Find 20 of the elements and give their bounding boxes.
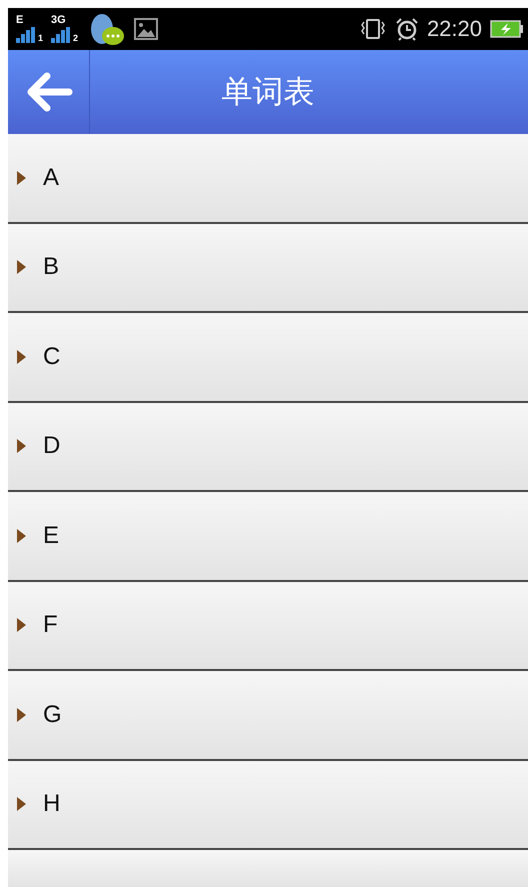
back-arrow-icon <box>24 71 72 113</box>
list-item[interactable]: C <box>8 313 528 402</box>
list-item[interactable]: H <box>8 760 528 850</box>
list-item[interactable]: D <box>8 402 528 492</box>
list-item[interactable]: B <box>8 224 528 313</box>
sim-slot: 2 <box>73 34 78 43</box>
signal-icon <box>16 27 38 43</box>
alarm-icon <box>394 17 419 41</box>
image-icon <box>134 18 158 40</box>
network-type: 3G <box>51 15 66 26</box>
vibrate-icon <box>358 18 387 40</box>
list-item[interactable]: F <box>8 582 528 671</box>
list-item[interactable]: E <box>8 492 528 582</box>
screen-title: 单词表 <box>220 73 316 111</box>
list-item[interactable]: A <box>8 134 528 224</box>
clock-time: 22:20 <box>426 16 482 42</box>
battery-charging-icon <box>490 20 524 38</box>
sim-slot: 1 <box>38 34 44 43</box>
list-item[interactable]: G <box>8 671 528 760</box>
network-type: E <box>16 15 24 26</box>
